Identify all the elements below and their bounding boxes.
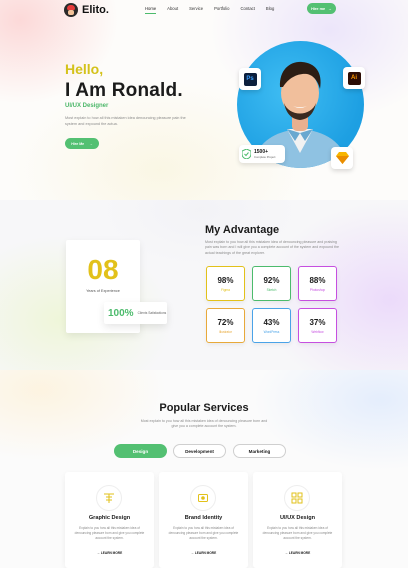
- stat-card-illustrator: 72% Illustrator: [206, 308, 245, 343]
- brand-identity-icon: [190, 485, 216, 511]
- brand-name: Elito.: [82, 4, 109, 16]
- stat-value: 88%: [309, 275, 326, 285]
- stat-card-webflow: 37% Webflow: [298, 308, 337, 343]
- stat-value: 72%: [217, 317, 234, 327]
- sketch-badge: [331, 147, 353, 169]
- illustrator-badge: Ai: [343, 67, 365, 89]
- top-navbar: Elito. Home About Service Portfolio Cont…: [0, 0, 408, 22]
- sketch-icon: [335, 152, 349, 164]
- experience-label: Years of Experience: [86, 289, 120, 293]
- stat-card-figma: 98% Figma: [206, 266, 245, 301]
- nav-blog[interactable]: Blog: [266, 6, 274, 11]
- stat-value: 92%: [263, 275, 280, 285]
- service-card-graphic-design[interactable]: Graphic Design Explain to you how all th…: [65, 472, 154, 568]
- hero-name: I Am Ronald.: [65, 80, 183, 101]
- services-description: Most explain to you how all this mistake…: [140, 419, 268, 429]
- stat-label: Illustrator: [218, 329, 233, 334]
- learn-more-link[interactable]: → LEARN MORE: [65, 551, 154, 555]
- ui-ux-design-icon: [284, 485, 310, 511]
- satisfaction-card: 100% Clients Satisfactions: [104, 302, 167, 324]
- stat-value: 43%: [263, 317, 280, 327]
- learn-more-label: LEARN MORE: [194, 551, 217, 555]
- stat-label: Webflow: [311, 329, 324, 334]
- arrow-right-icon: →: [328, 6, 332, 11]
- hero-greeting: Hello,: [65, 61, 104, 77]
- nav-about[interactable]: About: [167, 6, 178, 11]
- nav-contact[interactable]: Contact: [240, 6, 254, 11]
- graphic-design-icon: [96, 485, 122, 511]
- projects-text: 1500+ Complete Project: [254, 149, 276, 159]
- service-text: Explain to you how all this mistaken ide…: [74, 526, 145, 540]
- service-card-ui-ux-design[interactable]: UI/UX Design Explain to you how all this…: [253, 472, 342, 568]
- learn-more-label: LEARN MORE: [100, 551, 123, 555]
- advantage-title: My Advantage: [205, 224, 280, 236]
- service-text: Explain to you how all this mistaken ide…: [168, 526, 239, 540]
- nav-home[interactable]: Home: [145, 6, 157, 14]
- tab-marketing[interactable]: Marketing: [233, 444, 286, 458]
- shield-check-icon: [242, 149, 251, 159]
- service-title: UI/UX Design: [279, 515, 316, 521]
- experience-value: 08: [87, 254, 119, 285]
- hero-description: Most explain to how all this mistaken id…: [65, 116, 186, 126]
- stat-label: Figma: [221, 287, 230, 292]
- illustrator-icon: Ai: [347, 71, 361, 85]
- arrow-right-icon: →: [89, 141, 93, 146]
- stat-card-sketch: 92% Sketch: [252, 266, 291, 301]
- stat-label: Sketch: [266, 287, 277, 292]
- advantage-description: Most explain to you how all this mistake…: [205, 240, 340, 255]
- hero-hire-label: Hire Me: [71, 141, 85, 146]
- stat-value: 37%: [309, 317, 326, 327]
- service-title: Graphic Design: [88, 515, 131, 521]
- stat-label: WordPress: [263, 329, 280, 334]
- tab-development[interactable]: Development: [173, 444, 226, 458]
- learn-more-label: LEARN MORE: [288, 551, 311, 555]
- nav-hire-button[interactable]: Hire me →: [307, 3, 336, 14]
- projects-badge: 1500+ Complete Project: [239, 145, 285, 163]
- hero-role: UI/UX Designer: [65, 103, 109, 109]
- services-title: Popular Services: [159, 402, 249, 414]
- page: Elito. Home About Service Portfolio Cont…: [0, 0, 408, 568]
- service-text: Explain to you how all this mistaken ide…: [262, 526, 333, 540]
- service-title: Brand Identity: [184, 515, 223, 521]
- avatar-logo-icon: [64, 3, 78, 17]
- tab-design[interactable]: Design: [114, 444, 167, 458]
- stat-card-photoshop: 88% Photoshop: [298, 266, 337, 301]
- nav-service[interactable]: Service: [189, 6, 203, 11]
- photoshop-icon: Ps: [243, 72, 257, 86]
- advantage-section: [0, 200, 408, 370]
- nav-portfolio[interactable]: Portfolio: [214, 6, 229, 11]
- satisfaction-label: Clients Satisfactions: [137, 311, 167, 315]
- hero-hire-button[interactable]: Hire Me →: [65, 138, 99, 149]
- stat-label: Photoshop: [309, 287, 326, 292]
- stat-card-wordpress: 43% WordPress: [252, 308, 291, 343]
- stat-value: 98%: [217, 275, 234, 285]
- photoshop-badge: Ps: [239, 68, 261, 90]
- satisfaction-value: 100%: [108, 307, 134, 319]
- nav-hire-label: Hire me: [311, 6, 326, 11]
- learn-more-link[interactable]: → LEARN MORE: [253, 551, 342, 555]
- projects-label: Complete Project: [254, 154, 276, 159]
- service-card-brand-identity[interactable]: Brand Identity Explain to you how all th…: [159, 472, 248, 568]
- main-menu: Home About Service Portfolio Contact Blo…: [145, 6, 285, 14]
- brand-logo[interactable]: Elito.: [64, 3, 109, 17]
- learn-more-link[interactable]: → LEARN MORE: [159, 551, 248, 555]
